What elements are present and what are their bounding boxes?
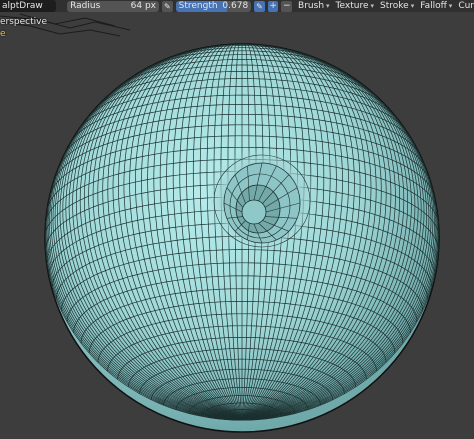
strength-label: Strength (178, 1, 218, 11)
sculpt-sphere-mesh[interactable] (44, 43, 440, 433)
sculpt-dent-hole (204, 148, 320, 252)
view-perspective-label: erspective (0, 17, 48, 27)
direction-add-button[interactable]: + (267, 0, 279, 12)
strength-field[interactable]: Strength 0.678 (175, 0, 252, 12)
chevron-down-icon: ▾ (410, 2, 415, 10)
radius-field[interactable]: Radius 64 px (67, 0, 160, 12)
strength-pressure-pen-icon[interactable]: ✎ (254, 0, 265, 12)
stroke-menu[interactable]: Stroke ▾ (380, 1, 414, 11)
brush-menu[interactable]: Brush ▾ (298, 1, 330, 11)
view-mode-label: e (0, 29, 6, 39)
strength-value: 0.678 (222, 1, 249, 11)
radius-pressure-pen-icon[interactable]: ✎ (162, 0, 173, 12)
chevron-down-icon: ▾ (370, 2, 375, 10)
texture-menu[interactable]: Texture ▾ (336, 1, 374, 11)
direction-subtract-button[interactable]: − (281, 0, 293, 12)
3d-viewport[interactable] (0, 0, 474, 439)
tool-header: alptDraw Radius 64 px ✎ Strength 0.678 ✎… (0, 0, 474, 12)
active-tool-name[interactable]: alptDraw (0, 0, 57, 12)
radius-label: Radius (70, 1, 101, 11)
falloff-menu[interactable]: Falloff ▾ (420, 1, 452, 11)
chevron-down-icon: ▾ (326, 2, 330, 10)
chevron-down-icon: ▾ (448, 2, 453, 10)
radius-value: 64 px (130, 1, 157, 11)
cursor-menu[interactable]: Cur (458, 1, 474, 11)
